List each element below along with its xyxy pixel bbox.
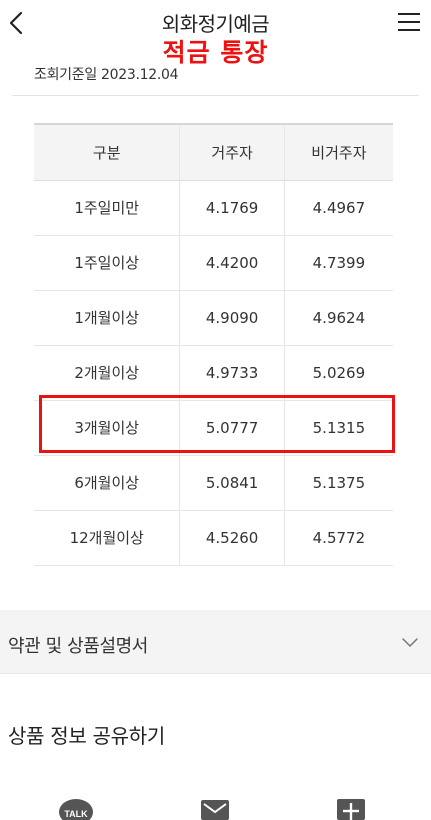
period-cell: 2개월이상 — [34, 345, 180, 401]
kakao-label: TALK — [64, 809, 88, 819]
table-row: 6개월이상 5.0841 5.1375 — [34, 455, 393, 511]
resident-rate-cell: 4.9733 — [179, 345, 285, 401]
interest-rate-table: 구분 거주자 비거주자 1주일미만 4.1769 4.4967 1주일이상 4.… — [34, 123, 393, 566]
accordion-label: 약관 및 상품설명서 — [8, 636, 148, 657]
column-header-nonresident: 비거주자 — [283, 123, 393, 181]
table-row: 1주일이상 4.4200 4.7399 — [34, 235, 393, 291]
nonresident-rate-cell: 5.0269 — [283, 345, 393, 401]
resident-rate-cell: 4.5260 — [179, 510, 285, 566]
resident-rate-cell: 4.4200 — [179, 235, 285, 291]
period-cell: 1주일미만 — [34, 180, 180, 236]
app-header: 외화정기예금 적금 통장 — [0, 0, 431, 67]
table-row: 12개월이상 4.5260 4.5772 — [34, 510, 393, 566]
column-header-resident: 거주자 — [179, 123, 285, 181]
nonresident-rate-cell: 4.9624 — [283, 290, 393, 346]
reference-date: 조회기준일 2023.12.04 — [34, 67, 179, 83]
period-cell: 1개월이상 — [34, 290, 180, 346]
plus-icon[interactable] — [336, 796, 366, 820]
table-row: 1개월이상 4.9090 4.9624 — [34, 290, 393, 346]
mail-icon[interactable] — [200, 796, 230, 820]
share-section-title: 상품 정보 공유하기 — [8, 724, 165, 748]
period-cell: 6개월이상 — [34, 455, 180, 511]
nonresident-rate-cell: 4.5772 — [283, 510, 393, 566]
table-row: 1주일미만 4.1769 4.4967 — [34, 180, 393, 236]
kakaotalk-icon[interactable]: TALK — [58, 796, 94, 820]
terms-accordion[interactable]: 약관 및 상품설명서 — [0, 614, 431, 674]
period-cell: 1주일이상 — [34, 235, 180, 291]
resident-rate-cell: 4.9090 — [179, 290, 285, 346]
chevron-down-icon — [402, 638, 418, 647]
resident-rate-cell: 4.1769 — [179, 180, 285, 236]
resident-rate-cell: 5.0841 — [179, 455, 285, 511]
highlight-annotation-box — [39, 395, 395, 453]
hamburger-menu-icon[interactable] — [397, 11, 421, 33]
nonresident-rate-cell: 4.4967 — [283, 180, 393, 236]
divider — [12, 95, 419, 96]
table-row: 2개월이상 4.9733 5.0269 — [34, 345, 393, 401]
nonresident-rate-cell: 5.1375 — [283, 455, 393, 511]
column-header-period: 구분 — [34, 123, 180, 181]
period-cell: 12개월이상 — [34, 510, 180, 566]
nonresident-rate-cell: 4.7399 — [283, 235, 393, 291]
table-header-row: 구분 거주자 비거주자 — [34, 123, 393, 181]
